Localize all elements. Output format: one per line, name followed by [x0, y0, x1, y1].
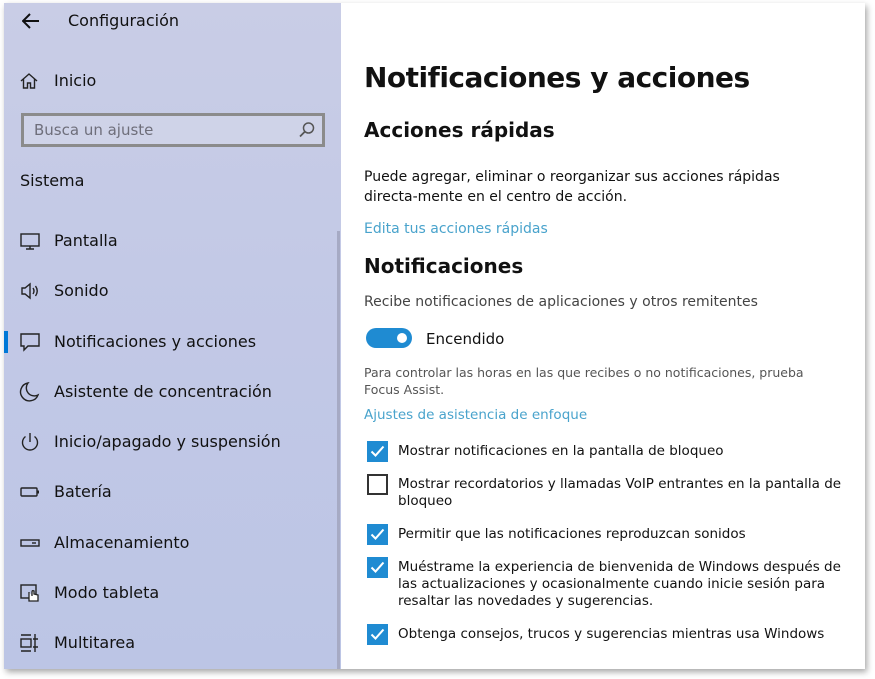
search-icon[interactable] [298, 121, 316, 139]
sidebar-item-label: Almacenamiento [54, 532, 190, 552]
sidebar-item-label: Batería [54, 482, 112, 502]
sidebar-item-storage[interactable]: Almacenamiento [4, 518, 341, 568]
option-label: Muéstrame la experiencia de bienvenida d… [398, 559, 841, 609]
sidebar-scrollbar[interactable] [337, 231, 340, 669]
quick-actions-description: Puede agregar, eliminar o reorganizar su… [364, 169, 780, 205]
tablet-icon [20, 584, 39, 602]
checkbox-checked[interactable] [367, 557, 388, 578]
sidebar-item-label: Inicio/apagado y suspensión [54, 432, 281, 452]
title-bar: Configuración [4, 3, 341, 39]
sidebar-item-multitasking[interactable]: Multitarea [4, 618, 341, 668]
sidebar-item-home[interactable]: Inicio [4, 63, 341, 99]
checkmark-icon [370, 528, 385, 540]
checkbox-checked[interactable] [367, 524, 388, 545]
quick-actions-heading: Acciones rápidas [364, 118, 555, 142]
option-label: Obtenga consejos, trucos y sugerencias m… [398, 626, 825, 642]
notifications-heading: Notificaciones [364, 254, 524, 278]
checkmark-icon [370, 628, 385, 640]
settings-window: Configuración Inicio Sistema Pantalla [4, 3, 865, 669]
focus-assist-settings-link[interactable]: Ajustes de asistencia de enfoque [364, 407, 587, 423]
moon-icon [19, 381, 40, 402]
home-icon [20, 73, 38, 89]
app-title: Configuración [68, 11, 180, 30]
sidebar-item-label: Notificaciones y acciones [54, 331, 257, 351]
sidebar-item-label: Modo tableta [54, 583, 160, 603]
checkbox-unchecked[interactable] [367, 474, 388, 495]
checkmark-icon [370, 561, 385, 573]
sidebar-item-label: Inicio [54, 71, 97, 90]
sidebar-item-label: Pantalla [54, 231, 118, 250]
speaker-icon [21, 282, 38, 300]
toggle-knob [397, 333, 407, 343]
sidebar-item-battery[interactable]: Batería [4, 467, 341, 517]
sidebar-item-label: Asistente de concentración [54, 381, 272, 401]
search-input[interactable] [24, 116, 294, 144]
notification-icon [20, 332, 40, 352]
section-label: Sistema [20, 171, 85, 190]
back-button[interactable] [18, 9, 44, 33]
toggle-state-label: Encendido [426, 330, 505, 348]
power-icon [21, 433, 39, 451]
sidebar-item-notifications[interactable]: Notificaciones y acciones [4, 317, 341, 367]
focus-assist-note: Para controlar las horas en las que reci… [364, 365, 804, 397]
main-panel: Notificaciones y acciones Acciones rápid… [341, 3, 865, 669]
sidebar-item-sound[interactable]: Sonido [4, 266, 341, 316]
multitask-icon [20, 634, 38, 653]
page-title: Notificaciones y acciones [364, 61, 750, 94]
notifications-toggle[interactable] [366, 328, 412, 348]
back-arrow-icon [21, 13, 39, 29]
checkbox-checked[interactable] [367, 441, 388, 462]
sidebar-item-label: Sonido [54, 281, 109, 301]
storage-icon [20, 539, 40, 547]
sidebar-item-power[interactable]: Inicio/apagado y suspensión [4, 417, 341, 467]
battery-icon [20, 487, 39, 498]
sidebar: Configuración Inicio Sistema Pantalla [4, 3, 341, 669]
monitor-icon [20, 233, 40, 250]
option-label: Mostrar recordatorios y llamadas VoIP en… [398, 476, 842, 509]
option-label: Mostrar notificaciones en la pantalla de… [398, 443, 724, 459]
sidebar-item-tablet-mode[interactable]: Modo tableta [4, 568, 341, 618]
nav-list: Pantalla Sonido Notificaciones y accione… [4, 216, 341, 669]
edit-quick-actions-link[interactable]: Edita tus acciones rápidas [364, 221, 548, 237]
sidebar-item-display[interactable]: Pantalla [4, 216, 341, 266]
checkmark-icon [370, 445, 385, 457]
notifications-subtitle: Recibe notificaciones de aplicaciones y … [364, 294, 758, 310]
checkbox-checked[interactable] [367, 624, 388, 645]
sidebar-item-focus-assist[interactable]: Asistente de concentración [4, 367, 341, 417]
search-box[interactable] [21, 113, 325, 147]
sidebar-item-label: Multitarea [54, 633, 136, 653]
option-label: Permitir que las notificaciones reproduz… [398, 526, 746, 542]
